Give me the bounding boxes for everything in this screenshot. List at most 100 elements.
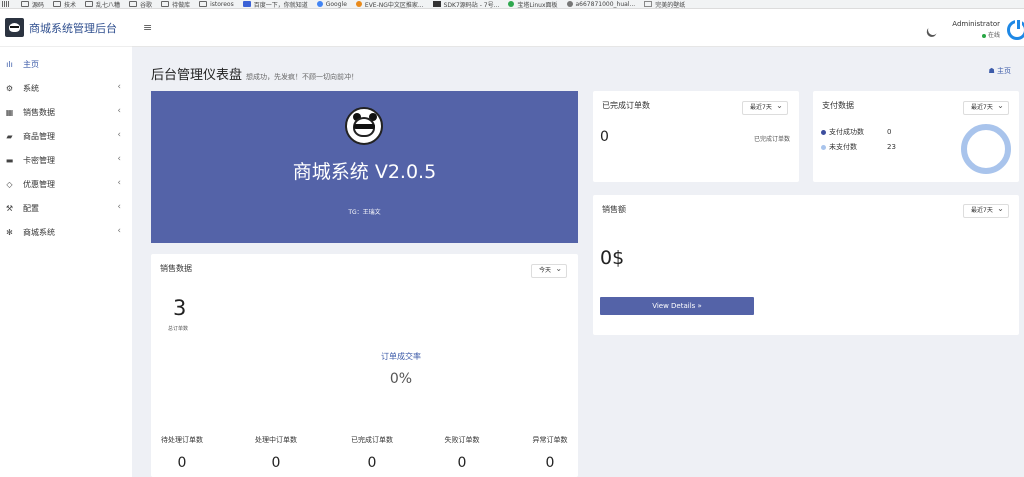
sidebar-item-label: 主页 xyxy=(23,59,39,69)
sidebar-item-label: 配置 xyxy=(23,203,39,213)
sidebar-item-products[interactable]: ▰ 商品管理 ‹ xyxy=(0,124,132,148)
shopping-bag-icon: ▰ xyxy=(6,131,13,141)
bt-panel-icon xyxy=(508,1,515,7)
completed-orders-label: 已完成订单数 xyxy=(753,136,790,143)
google-icon xyxy=(316,1,323,7)
bookmarks-bar: 源码 技术 乱七八糟 谷歌 待做库 istoreos 百度一下，你就知道 Goo… xyxy=(0,0,1024,9)
apps-grid-icon xyxy=(2,1,9,7)
order-rate-value: 0% xyxy=(389,371,413,387)
sidebar-item-mall-system[interactable]: ✻ 商城系统 ‹ xyxy=(0,220,132,244)
chevron-left-icon: ‹ xyxy=(117,106,121,116)
brand-logo-icon xyxy=(5,18,24,37)
card-title: 支付数据 xyxy=(822,101,854,110)
payment-data-card: 支付数据 最近7天 支付成功数 0 未支付数 23 xyxy=(813,91,1019,182)
brand-title: 商城系统管理后台 xyxy=(29,21,117,35)
pay-range-select[interactable]: 最近7天 xyxy=(963,100,1009,115)
brand[interactable]: 商城系统管理后台 xyxy=(0,9,132,47)
legend-dot-icon xyxy=(821,129,826,135)
completed-orders-card: 已完成订单数 最近7天 0 已完成订单数 xyxy=(593,91,799,182)
breadcrumb-home[interactable]: ☗ 主页 xyxy=(988,66,1011,76)
folder-icon xyxy=(85,1,94,7)
payment-donut-chart xyxy=(961,124,1011,174)
sidebar-item-sales-data[interactable]: ▦ 销售数据 ‹ xyxy=(0,100,132,124)
bookmark-item[interactable]: 源码 xyxy=(21,0,44,8)
apps-button[interactable] xyxy=(2,1,12,7)
table-icon: ▦ xyxy=(5,107,14,117)
chevron-left-icon: ‹ xyxy=(117,202,121,212)
hero-title: 商城系统 V2.0.5 xyxy=(292,161,437,183)
dark-mode-toggle-icon[interactable] xyxy=(926,23,940,37)
stat-failed: 失败订单数 0 xyxy=(444,436,480,471)
chart-bars-icon: ılı xyxy=(6,59,13,69)
sales-range-select[interactable]: 今天 xyxy=(531,263,568,278)
revenue-card: 销售额 最近7天 0$ View Details » xyxy=(593,195,1019,335)
view-details-button[interactable]: View Details » xyxy=(600,297,754,315)
hamburger-menu-icon[interactable]: ≡ xyxy=(143,21,152,34)
page-title: 后台管理仪表盘 想成功，先发疯！不顾一切向前冲！ xyxy=(151,68,359,83)
bookmark-item[interactable]: Google xyxy=(316,1,347,8)
sidebar-item-coupons[interactable]: ◇ 优惠管理 ‹ xyxy=(0,172,132,196)
card-title: 销售数据 xyxy=(160,264,192,273)
sidebar-item-label: 系统 xyxy=(23,83,39,93)
order-rate-label: 订单成交率 xyxy=(381,352,421,361)
bookmark-item[interactable]: SDK7源码站 - 7号... xyxy=(432,0,499,8)
chevron-left-icon: ‹ xyxy=(117,82,121,92)
user-status: 在线 xyxy=(952,30,1000,39)
sidebar-item-card-keys[interactable]: ▬ 卡密管理 ‹ xyxy=(0,148,132,172)
completed-orders-value: 0 xyxy=(600,129,609,145)
sidebar-item-label: 销售数据 xyxy=(23,107,55,117)
bookmark-item[interactable]: 技术 xyxy=(53,0,76,8)
chevron-left-icon: ‹ xyxy=(117,178,121,188)
sidebar-item-label: 优惠管理 xyxy=(23,179,55,189)
bookmark-item[interactable]: 完美的壁纸 xyxy=(644,0,685,8)
sidebar-item-config[interactable]: ⚒ 配置 ‹ xyxy=(0,196,132,220)
sidebar: 商城系统管理后台 ılı 主页 ⚙ 系统 ‹ ▦ 销售数据 ‹ ▰ 商品管理 ‹… xyxy=(0,9,132,477)
page-subtitle: 想成功，先发疯！不顾一切向前冲！ xyxy=(246,73,359,81)
bookmark-item[interactable]: 乱七八糟 xyxy=(85,0,120,8)
revenue-value: 0$ xyxy=(600,247,625,269)
avatar-site-icon xyxy=(566,1,573,7)
bookmark-item[interactable]: 宝塔Linux面板 xyxy=(508,0,558,8)
sdk-site-icon xyxy=(432,1,441,7)
cog-icon: ✻ xyxy=(6,227,13,237)
bookmark-item[interactable]: 百度一下，你就知道 xyxy=(242,0,308,8)
folder-icon xyxy=(129,1,138,7)
power-icon[interactable] xyxy=(1007,18,1024,40)
stat-abnormal: 异常订单数 0 xyxy=(532,436,568,471)
folder-icon xyxy=(53,1,62,7)
total-orders-value: 3 xyxy=(173,296,187,320)
bookmark-item[interactable]: istoreos xyxy=(199,1,234,8)
bookmark-item[interactable]: 谷歌 xyxy=(129,0,152,8)
orange-site-icon xyxy=(355,1,362,7)
sidebar-item-label: 卡密管理 xyxy=(23,155,55,165)
total-orders-label: 总订单数 xyxy=(168,326,189,332)
legend-item: 支付成功数 0 xyxy=(821,127,891,137)
image-site-icon xyxy=(644,1,653,7)
stat-completed: 已完成订单数 0 xyxy=(351,436,393,471)
wrench-icon: ⚒ xyxy=(5,203,14,213)
card-title: 销售额 xyxy=(602,205,626,214)
paw-icon xyxy=(242,1,251,7)
sunglasses-icon xyxy=(354,124,375,129)
sidebar-item-label: 商城系统 xyxy=(23,227,55,237)
bookmark-item[interactable]: EVE-NG中文区推家... xyxy=(355,0,424,8)
bookmark-item[interactable]: 待做库 xyxy=(161,0,190,8)
avatar xyxy=(345,107,383,145)
folder-icon xyxy=(21,1,29,7)
bookmark-item[interactable]: a667871000_hual... xyxy=(566,1,635,8)
chevron-left-icon: ‹ xyxy=(117,226,121,236)
topbar: ≡ Administrator 在线 xyxy=(132,9,1024,47)
stat-pending: 待处理订单数 0 xyxy=(161,436,203,471)
legend-item: 未支付数 23 xyxy=(821,142,896,152)
sidebar-item-home[interactable]: ılı 主页 xyxy=(0,52,132,76)
orders-range-select[interactable]: 最近7天 xyxy=(742,100,788,115)
folder-icon xyxy=(161,1,170,7)
legend-dot-icon xyxy=(821,144,826,150)
hero-card: 商城系统 V2.0.5 TG：王瑞文 xyxy=(151,91,578,243)
sidebar-item-system[interactable]: ⚙ 系统 ‹ xyxy=(0,76,132,100)
user-info[interactable]: Administrator 在线 xyxy=(952,20,1000,39)
sidebar-nav: ılı 主页 ⚙ 系统 ‹ ▦ 销售数据 ‹ ▰ 商品管理 ‹ ▬ 卡密管理 ‹… xyxy=(0,47,132,244)
user-name: Administrator xyxy=(952,20,1000,28)
card-title: 已完成订单数 xyxy=(602,101,650,110)
revenue-range-select[interactable]: 最近7天 xyxy=(963,203,1009,218)
